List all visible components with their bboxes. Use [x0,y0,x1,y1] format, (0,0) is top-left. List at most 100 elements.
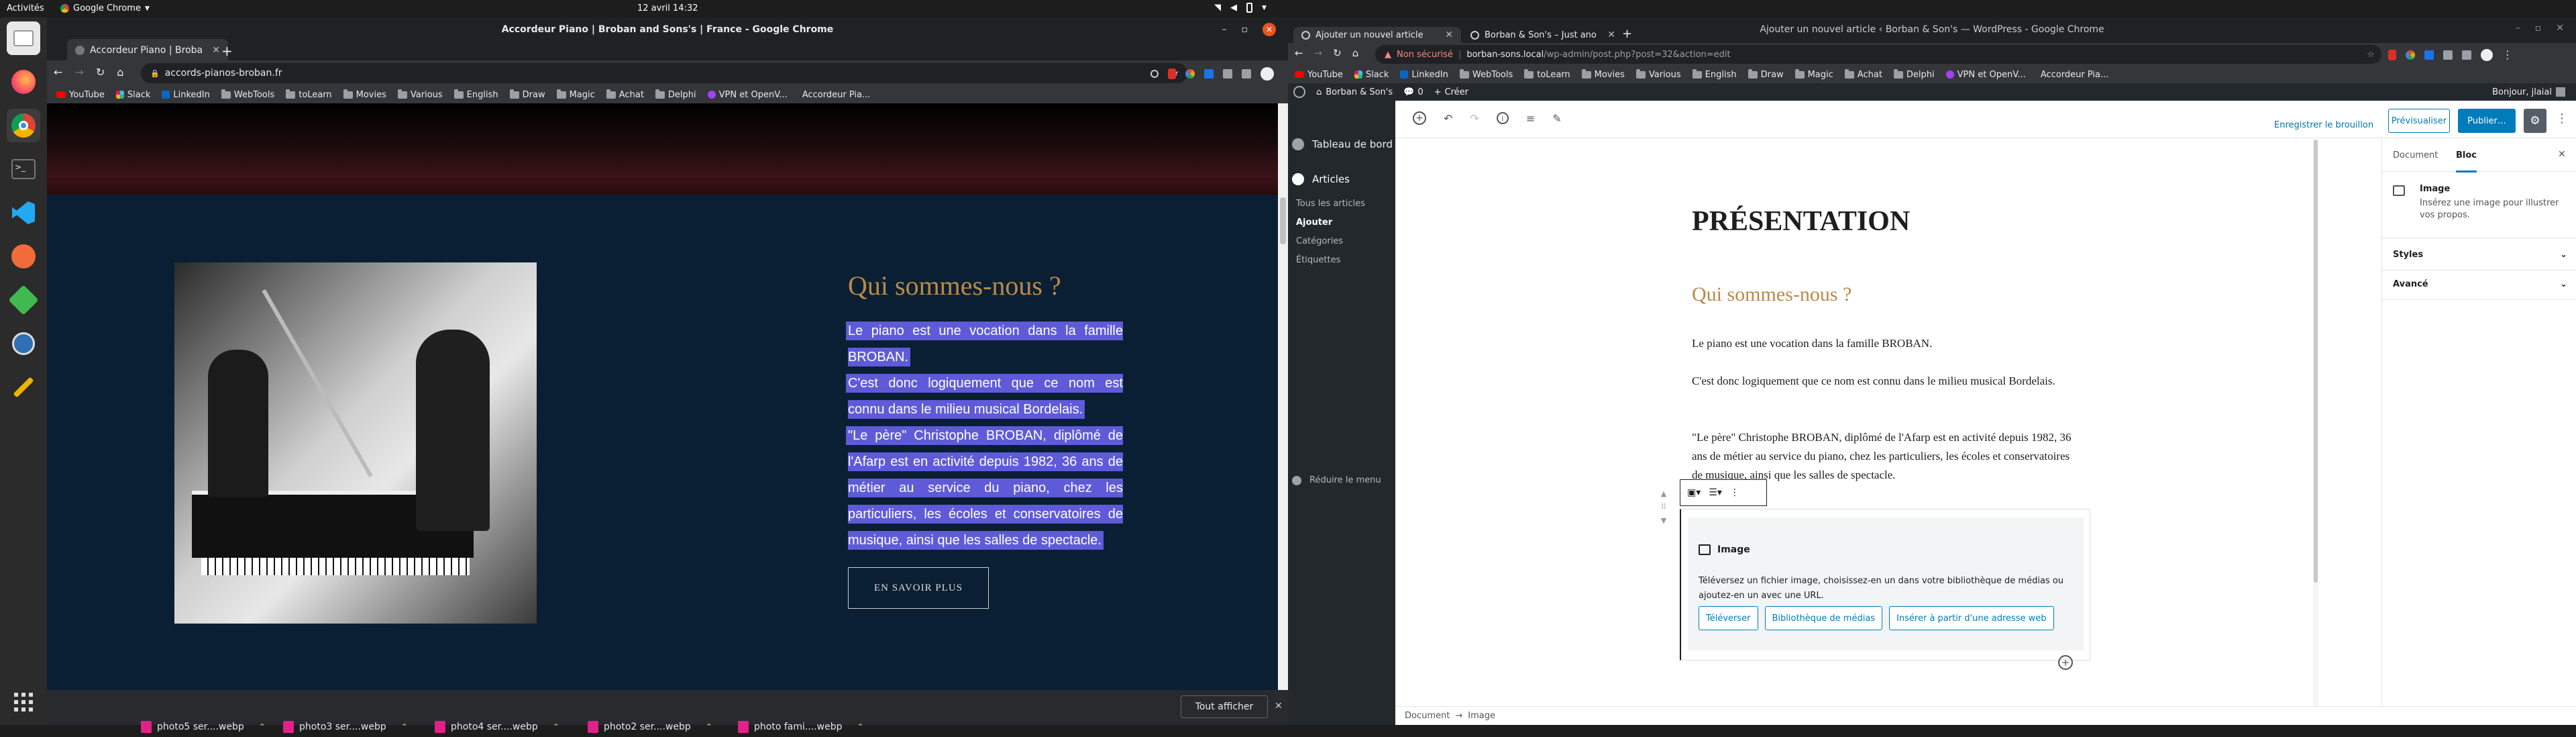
new-content-link[interactable]: + Créer [1434,87,1468,97]
menu-posts[interactable]: Articles [1292,173,1350,185]
bookmark-achat[interactable]: Achat [1844,68,1882,80]
submenu-categories[interactable]: Catégories [1296,236,1343,246]
ext-grey-icon[interactable] [1223,69,1232,79]
right-minimize-icon[interactable]: – [2516,23,2520,34]
bookmark-achat[interactable]: Achat [606,89,644,100]
bookmark-various[interactable]: Various [397,89,443,100]
app-menu[interactable]: Google Chrome ▼ [60,3,150,13]
scroll-thumb[interactable] [1280,197,1286,244]
close-tab-icon[interactable]: ✕ [212,45,220,56]
post-heading[interactable]: Qui sommes-nous ? [1692,283,1851,306]
bookmark-draw[interactable]: Draw [509,89,545,100]
breadcrumb-document[interactable]: Document [1405,711,1450,721]
post-title[interactable]: PRÉSENTATION [1692,205,1910,238]
firefox-icon[interactable] [7,65,40,99]
tools-icon[interactable] [7,371,40,404]
download-item[interactable]: photo2 ser....webp ⌃ [588,717,712,737]
new-tab-icon[interactable]: + [221,43,233,59]
comments-link[interactable]: 💬 0 [1403,87,1423,97]
ext-blue-icon[interactable] [1204,69,1214,79]
address-bar[interactable]: 🔒 accords-pianos-broban.fr ★ [141,63,1187,83]
show-apps-icon[interactable] [7,685,40,719]
back-icon[interactable]: ← [1295,47,1303,59]
close-sidebar-icon[interactable]: ✕ [2558,149,2566,160]
submenu-add[interactable]: Ajouter [1296,217,1332,228]
submenu-all-posts[interactable]: Tous les articles [1296,199,1365,209]
clock[interactable]: 12 avril 14:32 [637,3,698,13]
post-paragraph-2[interactable]: C'est donc logiquement que ce nom est co… [1692,372,2074,391]
bookmark-linkedin[interactable]: LinkedIn [1400,70,1448,80]
add-block-below-icon[interactable]: + [2058,655,2073,670]
maximize-icon[interactable]: ▫ [1242,24,1248,35]
insert-url-button[interactable]: Insérer à partir d'une adresse web [1889,606,2054,630]
block-type-icon[interactable]: ▣▾ [1687,487,1701,498]
forward-icon[interactable]: → [1314,47,1323,59]
download-item[interactable]: photo5 ser....webp ⌃ [141,717,266,737]
bookmark-youtube[interactable]: YouTube [56,90,105,100]
download-item[interactable]: photo fami....webp ⌃ [738,717,864,737]
settings-gear-icon[interactable]: ⚙ [2524,109,2546,133]
right-close-window-icon[interactable]: ✕ [2556,23,2564,34]
git-client-icon[interactable] [7,283,40,317]
bookmark-delphi[interactable]: Delphi [1893,68,1935,80]
bookmark-star-icon[interactable]: ☆ [2367,50,2375,60]
post-paragraph-1[interactable]: Le piano est une vocation dans la famill… [1692,334,2074,353]
close-tab-icon[interactable]: ✕ [1445,30,1453,40]
bookmark-draw[interactable]: Draw [1748,68,1784,80]
ext-color-icon[interactable] [2406,50,2415,60]
chevron-up-icon[interactable]: ⌃ [259,722,266,732]
collapse-menu[interactable]: Réduire le menu [1292,475,1381,485]
ext-blue-icon[interactable] [2424,50,2434,60]
tab-block[interactable]: Bloc [2456,150,2477,173]
redo-icon[interactable]: ↷ [1470,112,1479,125]
menu-dashboard[interactable]: Tableau de bord [1292,138,1393,150]
bookmark-magic[interactable]: Magic [556,89,595,100]
right-address-bar[interactable]: ▲ Non sécurisé | borban-sons.local/wp-ad… [1375,45,2381,64]
site-name-link[interactable]: ⌂ Borban & Son's [1316,87,1393,97]
tab-new-post[interactable]: Ajouter un nouvel article ✕ [1293,27,1461,43]
ext-color-icon[interactable] [1185,69,1195,79]
bookmark-webtools[interactable]: WebTools [1459,68,1513,80]
block-mover[interactable]: ▲ ⠿ ▼ [1656,487,1672,534]
ext-red-icon[interactable] [1168,68,1176,79]
home-icon[interactable]: ⌂ [1352,47,1359,59]
tab-site[interactable]: Borban & Son's – Just ano ✕ [1462,27,1623,43]
bookmark-delphi[interactable]: Delphi [655,89,696,100]
upload-button[interactable]: Téléverser [1699,606,1758,630]
bookmark-vpn-et-openv[interactable]: VPN et OpenV... [707,90,788,100]
wp-logo-icon[interactable] [1293,86,1305,98]
bookmark-various[interactable]: Various [1635,68,1681,80]
chevron-up-icon[interactable]: ⌃ [401,722,408,732]
bookmark-movies[interactable]: Movies [1581,68,1625,80]
media-library-button[interactable]: Bibliothèque de médias [1764,606,1883,630]
bookmark-magic[interactable]: Magic [1794,68,1833,80]
publish-button[interactable]: Publier… [2458,109,2516,133]
vpn-lock-icon[interactable] [7,327,40,360]
post-paragraph-3[interactable]: "Le père" Christophe BROBAN, diplômé de … [1692,428,2074,485]
info-icon[interactable]: i [1496,112,1509,124]
save-draft-button[interactable]: Enregistrer le brouillon [2274,113,2373,137]
panel-advanced[interactable]: Avancé ⌄ [2393,279,2567,289]
breadcrumb-current[interactable]: Image [1468,711,1495,721]
learn-more-button[interactable]: EN SAVOIR PLUS [848,567,989,609]
ext-grey2-icon[interactable] [2462,50,2471,60]
search-icon[interactable] [1150,70,1159,78]
profile-avatar[interactable] [2481,48,2493,61]
postman-icon[interactable] [7,240,40,273]
menu-kebab-icon[interactable]: ⋮ [2502,48,2513,61]
outline-icon[interactable]: ≡ [1526,112,1535,125]
account-menu[interactable]: Bonjour, jlaial [2492,87,2565,97]
bookmark-tolearn[interactable]: toLearn [286,89,332,100]
home-icon[interactable]: ⌂ [117,66,123,79]
chevron-up-icon[interactable]: ⌃ [553,722,559,732]
bookmark-english[interactable]: English [453,89,498,100]
back-icon[interactable]: ← [54,66,62,79]
bookmark-slack[interactable]: Slack [115,90,150,100]
bookmark-webtools[interactable]: WebTools [221,89,274,100]
ext-grey2-icon[interactable] [1242,69,1251,79]
preview-button[interactable]: Prévisualiser [2388,109,2450,133]
forward-icon[interactable]: → [74,66,83,79]
bookmark-accordeur-pia[interactable]: Accordeur Pia... [799,90,871,100]
activities-button[interactable]: Activités [7,3,44,13]
new-tab-icon[interactable]: + [1622,27,1632,41]
